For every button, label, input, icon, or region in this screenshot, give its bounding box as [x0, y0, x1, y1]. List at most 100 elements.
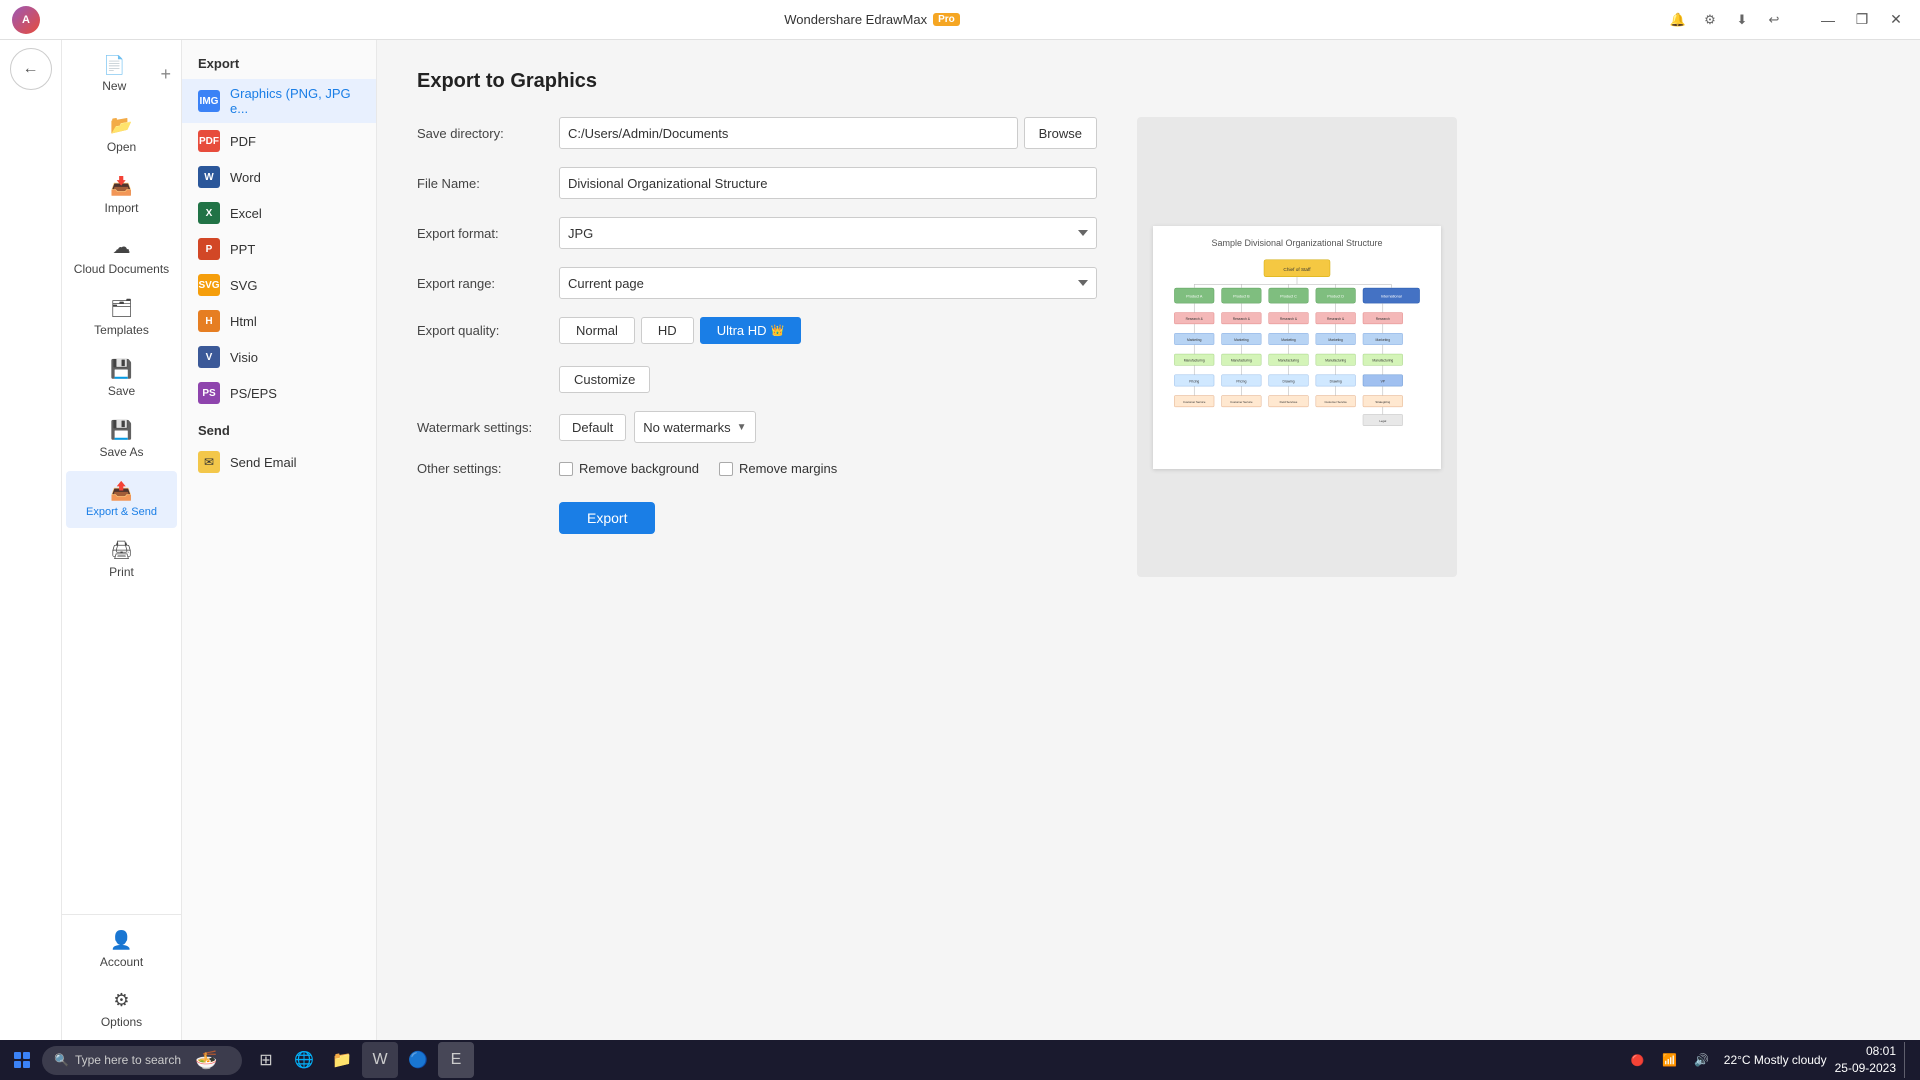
form-area: Save directory: Browse File Name: Export… — [417, 117, 1880, 577]
back-button[interactable]: ← — [10, 48, 52, 90]
tray-network-icon[interactable]: 📶 — [1656, 1046, 1684, 1074]
close-button[interactable]: ✕ — [1880, 4, 1912, 36]
quality-normal-button[interactable]: Normal — [559, 317, 635, 344]
tray-volume-icon[interactable]: 🔊 — [1688, 1046, 1716, 1074]
sidebar-item-saveas[interactable]: 💾 Save As — [66, 410, 177, 469]
ppt-icon: P — [198, 238, 220, 260]
svg-text:Research: Research — [1376, 317, 1390, 321]
format-item-pseps[interactable]: PS PS/EPS — [182, 375, 376, 411]
minimize-button[interactable]: — — [1812, 4, 1844, 36]
taskbar-word-icon[interactable]: W — [362, 1042, 398, 1078]
tray-notification-icon[interactable]: 🔴 — [1624, 1046, 1652, 1074]
quality-uhd-button[interactable]: Ultra HD 👑 — [700, 317, 802, 344]
sidebar-item-options[interactable]: ⚙ Options — [66, 980, 177, 1039]
sidebar-item-open[interactable]: 📂 Open — [66, 105, 177, 164]
taskbar-weather: 22°C Mostly cloudy — [1724, 1053, 1827, 1067]
new-plus-icon: + — [160, 64, 171, 85]
svg-text:International: International — [1381, 294, 1402, 298]
format-item-excel[interactable]: X Excel — [182, 195, 376, 231]
restore-button[interactable]: ❐ — [1846, 4, 1878, 36]
sidebar-icons: ← — [0, 40, 62, 1040]
svg-text:Manufacturing: Manufacturing — [1184, 358, 1205, 362]
format-item-html[interactable]: H Html — [182, 303, 376, 339]
export-quality-label: Export quality: — [417, 323, 547, 338]
notification-icon[interactable]: 🔔 — [1664, 6, 1692, 34]
sidebar-item-templates[interactable]: 🗂 Templates — [66, 288, 177, 347]
format-item-word[interactable]: W Word — [182, 159, 376, 195]
cloud-icon: ☁ — [113, 237, 131, 258]
format-item-png[interactable]: IMG Graphics (PNG, JPG e... — [182, 79, 376, 123]
preview-panel: Sample Divisional Organizational Structu… — [1137, 117, 1457, 577]
remove-background-checkbox[interactable]: Remove background — [559, 461, 699, 476]
file-name-input[interactable] — [559, 167, 1097, 199]
taskbar-edge-icon[interactable]: 🌐 — [286, 1042, 322, 1078]
share-icon[interactable]: ↩ — [1760, 6, 1788, 34]
svg-text:Product D: Product D — [1327, 294, 1344, 298]
clock-date: 25-09-2023 — [1835, 1060, 1896, 1077]
browse-button[interactable]: Browse — [1024, 117, 1097, 149]
search-placeholder-text: Type here to search — [75, 1053, 181, 1067]
taskbar-taskview-icon[interactable]: ⊞ — [248, 1042, 284, 1078]
sidebar-item-save[interactable]: 💾 Save — [66, 349, 177, 408]
taskbar-chrome-icon[interactable]: 🔵 — [400, 1042, 436, 1078]
svg-text:Marketing: Marketing — [1376, 337, 1391, 341]
watermark-dropdown-icon: ▼ — [737, 422, 747, 433]
taskbar-files-icon[interactable]: 📁 — [324, 1042, 360, 1078]
format-item-pdf[interactable]: PDF PDF — [182, 123, 376, 159]
svg-text:Pricing: Pricing — [1236, 379, 1246, 383]
watermark-none-select[interactable]: No watermarks ▼ — [634, 411, 755, 443]
html-icon: H — [198, 310, 220, 332]
start-button[interactable] — [4, 1042, 40, 1078]
import-icon: 📥 — [110, 176, 132, 197]
svg-text:Product C: Product C — [1280, 294, 1297, 298]
send-email-label: Send Email — [230, 455, 296, 470]
sidebar-item-label-export: Export & Send — [86, 506, 157, 518]
export-range-select[interactable]: Current page All pages Selected objects — [559, 267, 1097, 299]
file-name-row: File Name: — [417, 167, 1097, 199]
window-controls: — ❐ ✕ — [1812, 4, 1920, 36]
svg-text:Marketing: Marketing — [1281, 337, 1296, 341]
taskbar-edraw-icon[interactable]: E — [438, 1042, 474, 1078]
show-desktop-button[interactable] — [1904, 1042, 1908, 1078]
remove-margins-checkbox-box — [719, 462, 733, 476]
open-icon: 📂 — [110, 115, 132, 136]
export-format-select[interactable]: JPG PNG BMP GIF — [559, 217, 1097, 249]
org-chart-svg: Chief of Staff Product A Product B Produ… — [1165, 256, 1429, 454]
notification-tray-wrap: 🔴 — [1624, 1046, 1652, 1074]
svg-text:Strategizing: Strategizing — [1375, 400, 1390, 404]
sidebar-item-print[interactable]: 🖨 Print — [66, 530, 177, 589]
taskbar-search[interactable]: 🔍 Type here to search 🍜 — [42, 1046, 242, 1075]
options-icon: ⚙ — [113, 990, 129, 1011]
taskbar-food-icon: 🍜 — [195, 1050, 217, 1071]
export-format-row: Export format: JPG PNG BMP GIF — [417, 217, 1097, 249]
export-button[interactable]: Export — [559, 502, 655, 534]
menu-bottom: 👤 Account ⚙ Options — [62, 914, 181, 1040]
format-item-svg[interactable]: SVG SVG — [182, 267, 376, 303]
format-label-pseps: PS/EPS — [230, 386, 277, 401]
sidebar-item-account[interactable]: 👤 Account — [66, 920, 177, 979]
sidebar-item-export[interactable]: 📤 Export & Send — [66, 471, 177, 528]
svg-text:Manufacturing: Manufacturing — [1278, 358, 1299, 362]
format-item-ppt[interactable]: P PPT — [182, 231, 376, 267]
quality-hd-button[interactable]: HD — [641, 317, 694, 344]
save-directory-input[interactable] — [559, 117, 1018, 149]
sidebar-item-new[interactable]: 📄 New + — [66, 45, 177, 103]
watermark-default-button[interactable]: Default — [559, 414, 626, 441]
sidebar-item-label-options: Options — [101, 1015, 142, 1029]
export-icon: 📤 — [110, 481, 132, 502]
remove-margins-checkbox[interactable]: Remove margins — [719, 461, 837, 476]
sidebar-item-cloud[interactable]: ☁ Cloud Documents — [66, 227, 177, 286]
format-item-visio[interactable]: V Visio — [182, 339, 376, 375]
download-icon[interactable]: ⬇ — [1728, 6, 1756, 34]
title-bar-title: Wondershare EdrawMax Pro — [784, 12, 960, 27]
settings-icon[interactable]: ⚙ — [1696, 6, 1724, 34]
format-label-html: Html — [230, 314, 257, 329]
sidebar-item-label-saveas: Save As — [99, 445, 143, 459]
weather-text: 22°C Mostly cloudy — [1724, 1053, 1827, 1067]
send-email-item[interactable]: ✉ Send Email — [182, 444, 376, 480]
png-icon: IMG — [198, 90, 220, 112]
customize-button[interactable]: Customize — [559, 366, 650, 393]
format-label-word: Word — [230, 170, 261, 185]
sidebar-item-import[interactable]: 📥 Import — [66, 166, 177, 225]
sidebar-item-label-account: Account — [100, 955, 143, 969]
